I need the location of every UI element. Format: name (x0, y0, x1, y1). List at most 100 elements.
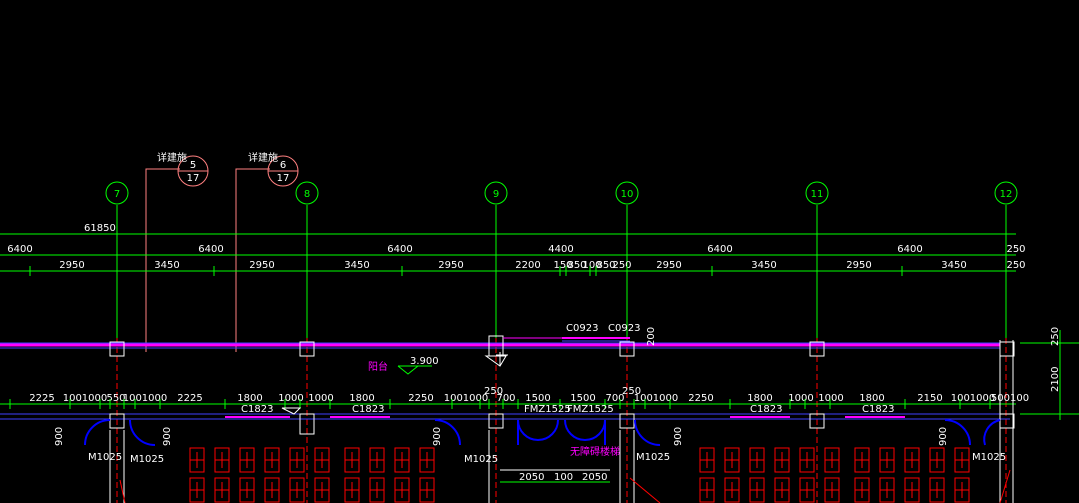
desk (954, 447, 970, 473)
dim-900: 900 (162, 427, 173, 446)
desk (239, 447, 255, 473)
dim-value: 1800 (747, 393, 772, 404)
dim-value: 250 (1006, 244, 1025, 255)
desk (854, 477, 870, 503)
dim-value: 2225 (177, 393, 202, 404)
dim-value: 3450 (154, 260, 179, 271)
door-label: M1025 (88, 452, 122, 463)
axis-label: 7 (114, 189, 120, 200)
window-label: C1823 (862, 404, 894, 415)
detail-ref-num: 6 (280, 160, 286, 171)
main-wall (0, 340, 1015, 503)
axis-label: 12 (1000, 189, 1013, 200)
dim-value: 1800 (237, 393, 262, 404)
desk (724, 447, 740, 473)
desk (369, 477, 385, 503)
dim-value: 2950 (656, 260, 681, 271)
desk (289, 477, 305, 503)
dim-value: 850 (567, 260, 586, 271)
desk (344, 477, 360, 503)
dim-value: 2950 (846, 260, 871, 271)
axis-label: 9 (493, 189, 499, 200)
dimension-chain-row2: 2950 3450 2950 3450 2950 2200 150 100 250850 850 2… (0, 260, 1026, 276)
window-label: C0923 (566, 323, 598, 334)
dim-value: 3450 (941, 260, 966, 271)
desk (214, 447, 230, 473)
elevation-value: 3.900 (410, 356, 439, 367)
dim-value: 6400 (387, 244, 412, 255)
doors (84, 419, 1001, 446)
desk (699, 477, 715, 503)
dim-2050: 2050 (519, 472, 544, 483)
dim-value: 2950 (438, 260, 463, 271)
dim-value: 2950 (249, 260, 274, 271)
right-dim: 2100 (1050, 367, 1061, 392)
window-label: C1823 (352, 404, 384, 415)
desk (189, 447, 205, 473)
dim-value: 6400 (198, 244, 223, 255)
window-label: C1823 (750, 404, 782, 415)
dim-value: 2200 (515, 260, 540, 271)
door-label: FMZ1525 (567, 404, 614, 415)
door-label: FMZ1525 (524, 404, 571, 415)
desk (419, 447, 435, 473)
detail-ref-sheet: 17 (277, 173, 290, 184)
dim-200: 200 (646, 327, 657, 346)
dim-900: 900 (54, 427, 65, 446)
dim-value: 6400 (707, 244, 732, 255)
dim-900: 900 (432, 427, 443, 446)
desk (799, 447, 815, 473)
barrier-free-label: 无障碍楼梯 (570, 445, 620, 458)
balcony-label: 阳台 (368, 360, 388, 373)
desk (799, 477, 815, 503)
desk (189, 477, 205, 503)
dim-value: 4400 (548, 244, 573, 255)
desk (954, 477, 970, 503)
desk (879, 477, 895, 503)
desk (394, 447, 410, 473)
dim-value: 6400 (897, 244, 922, 255)
desk (214, 477, 230, 503)
dimension-chain-overall: 61850 (0, 223, 1016, 235)
dim-value: 2150 (917, 393, 942, 404)
desk (699, 447, 715, 473)
right-dimensions: 250 2100 (1020, 327, 1079, 420)
dim-value: 2225 (29, 393, 54, 404)
dim-value: 1800 (349, 393, 374, 404)
detail-ref-label: 详建施 (248, 151, 278, 164)
desk (854, 447, 870, 473)
desk (879, 447, 895, 473)
stair-icon (281, 355, 507, 415)
dim-value: 700 (496, 393, 515, 404)
dim-value: 1000 (818, 393, 843, 404)
desk (344, 447, 360, 473)
door-label: M1025 (130, 454, 164, 465)
door-label: M1025 (636, 452, 670, 463)
dim-value: 2250 (688, 393, 713, 404)
dim-2050: 2050 (582, 472, 607, 483)
dim-value: 2250 (408, 393, 433, 404)
dim-value: 6400 (7, 244, 32, 255)
dim-value: 500100 (991, 393, 1029, 404)
dim-value: 700 (605, 393, 624, 404)
window-label: C0923 (608, 323, 640, 334)
dim-value: 1000 (788, 393, 813, 404)
desk (419, 477, 435, 503)
cad-floor-plan: 详建施 5 17 详建施 6 17 7 8 9 10 11 12 61850 6400 64… (0, 151, 1079, 503)
elevation-mark: 3.900 (397, 356, 439, 375)
detail-ref-num: 5 (190, 160, 196, 171)
dim-value: 3450 (751, 260, 776, 271)
dimension-chain-row1: 6400 6400 6400 4400 6400 6400 250 (0, 244, 1026, 260)
desk (774, 447, 790, 473)
dim-value: 1001000 (63, 393, 108, 404)
dim-value: 850 (596, 260, 615, 271)
dim-900: 900 (673, 427, 684, 446)
dim-value: 250 (1006, 260, 1025, 271)
axis-label: 11 (811, 189, 824, 200)
desk (749, 447, 765, 473)
detail-ref-label: 详建施 (157, 151, 187, 164)
desk (824, 447, 840, 473)
detail-ref-6: 详建施 6 17 (235, 151, 299, 352)
desk (929, 447, 945, 473)
desk (264, 477, 280, 503)
